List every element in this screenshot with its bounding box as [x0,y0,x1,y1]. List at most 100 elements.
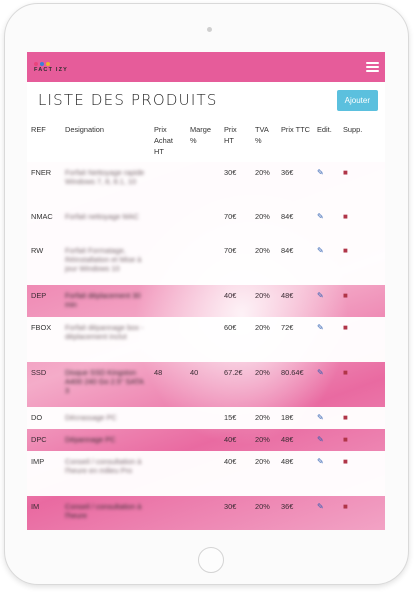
logo-text: FACT IZY [34,66,69,73]
cell-tva: 20% [255,246,270,255]
table-row: FBOX Forfait dépannage box - déplacement … [27,317,385,362]
logo-dot-yellow [46,61,50,66]
cell-prix-ttc: 84€ [281,212,294,221]
header-ref[interactable]: REF [27,118,61,162]
header-prix-ht[interactable]: Prix HT [220,118,251,162]
cell-ref: RW [31,246,44,255]
table-row: IM Conseil / consultation à l'heure 30€ 20%… [27,496,385,529]
cell-marge [186,240,220,285]
edit-cell: ✎ [313,240,339,285]
delete-cell: ■ [339,240,385,285]
cell-prix-achat [150,162,186,206]
cell-marge [186,429,220,451]
cell-ref: DO [31,413,43,422]
cell-designation: Dépannage PC [65,435,116,444]
cell-prix-ht: 40€ [224,291,237,300]
edit-icon[interactable]: ✎ [317,291,324,300]
cell-designation: Forfait dépannage box - déplacement incl… [65,323,144,341]
edit-icon[interactable]: ✎ [317,168,324,177]
cell-prix-ht: 70€ [224,246,237,255]
edit-icon[interactable]: ✎ [317,413,324,422]
products-table: REF Designation Prix Achat HT Marge % Pr… [27,118,385,529]
home-button[interactable] [198,547,224,573]
cell-ref: NMAC [31,212,53,221]
table-row: DEP Forfait déplacement 30 min 40€ 20% 48€ ✎ ■ [27,285,385,317]
cell-designation: Disque SSD Kingston A400 240 Go 2.5" SAT… [65,368,144,395]
cell-marge: 40 [190,368,199,377]
cell-prix-ttc: 48€ [281,457,294,466]
page-header: LISTE DES PRODUITS Ajouter [27,82,385,118]
edit-cell: ✎ [313,285,339,317]
table-header-row: REF Designation Prix Achat HT Marge % Pr… [27,118,385,162]
cell-marge [186,451,220,496]
cell-marge [186,285,220,317]
cell-prix-ht: 70€ [224,212,237,221]
edit-icon[interactable]: ✎ [317,435,324,444]
camera [207,27,212,32]
menu-icon[interactable] [366,62,379,72]
trash-icon[interactable]: ■ [343,212,348,221]
cell-designation: Forfait nettoyage MAC [65,212,139,221]
cell-tva: 20% [255,212,270,221]
trash-icon[interactable]: ■ [343,413,348,422]
trash-icon[interactable]: ■ [343,457,348,466]
header-marge[interactable]: Marge % [186,118,220,162]
cell-prix-ht: 67.2€ [224,368,243,377]
cell-prix-achat: 48 [154,368,163,377]
cell-prix-ht: 15€ [224,413,237,422]
trash-icon[interactable]: ■ [343,246,348,255]
table-row: NMAC Forfait nettoyage MAC 70€ 20% 84€ ✎ ■ [27,206,385,240]
cell-prix-ttc: 36€ [281,168,294,177]
table-row: IMP Conseil / consultation à l'heure en m… [27,451,385,496]
cell-ref: DEP [31,291,47,300]
app-screen: FACT IZY LISTE DES PRODUITS Ajouter REF … [27,52,385,530]
table-row: RW Forfait Formatage, Réinstallation et M… [27,240,385,285]
cell-prix-ttc: 80.64€ [281,368,304,377]
app-logo[interactable]: FACT IZY [34,61,69,73]
delete-cell: ■ [339,429,385,451]
trash-icon[interactable]: ■ [343,323,348,332]
cell-tva: 20% [255,413,270,422]
edit-icon[interactable]: ✎ [317,212,324,221]
edit-cell: ✎ [313,206,339,240]
delete-cell: ■ [339,407,385,429]
cell-prix-ttc: 36€ [281,502,294,511]
logo-dots [34,61,50,66]
trash-icon[interactable]: ■ [343,502,348,511]
edit-cell: ✎ [313,451,339,496]
edit-icon[interactable]: ✎ [317,457,324,466]
header-prix-ttc[interactable]: Prix TTC [277,118,313,162]
edit-cell: ✎ [313,162,339,206]
delete-cell: ■ [339,496,385,529]
app-navbar: FACT IZY [27,52,385,82]
trash-icon[interactable]: ■ [343,291,348,300]
cell-prix-ht: 40€ [224,435,237,444]
cell-prix-ht: 30€ [224,168,237,177]
cell-prix-ht: 60€ [224,323,237,332]
cell-ref: SSD [31,368,47,377]
header-tva[interactable]: TVA % [251,118,277,162]
cell-prix-achat [150,317,186,362]
edit-icon[interactable]: ✎ [317,246,324,255]
cell-designation: Conseil / consultation à l'heure en mili… [65,457,142,475]
cell-prix-achat [150,285,186,317]
cell-marge [186,496,220,529]
page-title: LISTE DES PRODUITS [38,91,218,109]
edit-icon[interactable]: ✎ [317,368,324,377]
header-prix-achat[interactable]: Prix Achat HT [150,118,186,162]
header-designation[interactable]: Designation [61,118,150,162]
trash-icon[interactable]: ■ [343,168,348,177]
cell-tva: 20% [255,291,270,300]
table-row: DO Décrassage PC 15€ 20% 18€ ✎ ■ [27,407,385,429]
edit-icon[interactable]: ✎ [317,323,324,332]
delete-cell: ■ [339,162,385,206]
cell-prix-ht: 40€ [224,457,237,466]
cell-prix-achat [150,429,186,451]
edit-icon[interactable]: ✎ [317,502,324,511]
trash-icon[interactable]: ■ [343,368,348,377]
cell-ref: IMP [31,457,45,466]
table-row: FNER Forfait Nettoyage rapide Windows 7, … [27,162,385,206]
trash-icon[interactable]: ■ [343,435,348,444]
add-product-button[interactable]: Ajouter [336,89,378,111]
cell-tva: 20% [255,502,270,511]
